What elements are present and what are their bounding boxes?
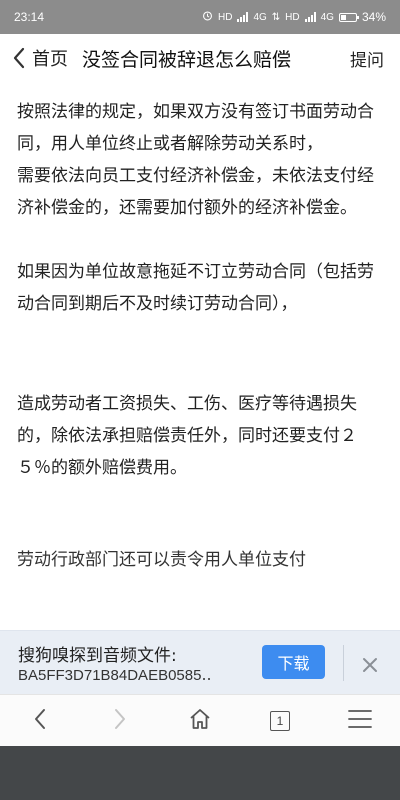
network-label-2: 4G bbox=[320, 11, 334, 23]
audio-download-banner: 搜狗嗅探到音频文件: BA5FF3D71B84DAEB0585‥ 下载 bbox=[0, 630, 400, 694]
chevron-left-icon bbox=[33, 707, 47, 735]
article-paragraph: 劳动行政部门还可以责令用人单位支付 bbox=[17, 550, 306, 570]
page-title: 没签合同被辞退怎么赔偿 bbox=[82, 48, 292, 71]
status-bar: 23:14 HD 4G ⇅ HD 4G 34% bbox=[0, 0, 400, 34]
download-button[interactable]: 下载 bbox=[262, 645, 325, 679]
close-banner-button[interactable] bbox=[358, 653, 382, 677]
forward-nav-button[interactable] bbox=[100, 701, 140, 741]
ask-question-button[interactable]: 提问 bbox=[350, 46, 400, 71]
signal-icon-2 bbox=[304, 12, 316, 22]
back-nav-button[interactable] bbox=[20, 701, 60, 741]
article-paragraph: 如果因为单位故意拖延不订立劳动合同（包括劳动合同到期后不及时续订劳动合同）， bbox=[17, 262, 374, 314]
status-time: 23:14 bbox=[14, 10, 45, 24]
banner-divider bbox=[343, 645, 344, 681]
menu-button[interactable] bbox=[340, 701, 380, 741]
chevron-right-icon bbox=[113, 707, 127, 735]
hamburger-menu-icon bbox=[348, 709, 372, 733]
article-paragraph: 按照法律的规定，如果双方没有签订书面劳动合同，用人单位终止或者解除劳动关系时， bbox=[17, 102, 374, 154]
alarm-icon bbox=[202, 10, 213, 24]
back-label: 首页 bbox=[32, 49, 68, 70]
top-nav-bar: 首页 没签合同被辞退怎么赔偿 提问 bbox=[0, 34, 400, 82]
status-indicators: HD 4G ⇅ HD 4G 34% bbox=[202, 10, 386, 24]
tab-count-icon: 1 bbox=[270, 710, 290, 731]
download-banner-title: 搜狗嗅探到音频文件: bbox=[18, 646, 177, 666]
home-button[interactable] bbox=[180, 701, 220, 741]
article-paragraph: 需要依法向员工支付经济补偿金，未依法支付经济补偿金的，还需要加付额外的经济补偿金… bbox=[17, 166, 374, 218]
close-icon bbox=[358, 658, 382, 681]
system-nav-area bbox=[0, 746, 400, 800]
back-home-button[interactable]: 首页 bbox=[0, 34, 68, 82]
article-body: 按照法律的规定，如果双方没有签订书面劳动合同，用人单位终止或者解除劳动关系时， … bbox=[17, 96, 387, 630]
article-paragraph: 造成劳动者工资损失、工伤、医疗等待遇损失的，除依法承担赔偿责任外，同时还要支付２… bbox=[17, 394, 357, 478]
home-icon bbox=[188, 707, 212, 735]
tabs-button[interactable]: 1 bbox=[260, 701, 300, 741]
hd-label-2: HD bbox=[285, 11, 300, 23]
signal-icon bbox=[237, 12, 249, 22]
browser-toolbar: 1 bbox=[0, 694, 400, 746]
chevron-left-icon bbox=[12, 47, 26, 69]
hd-label: HD bbox=[217, 11, 233, 23]
download-file-name: BA5FF3D71B84DAEB0585‥ bbox=[18, 667, 212, 684]
data-arrows-icon: ⇅ bbox=[271, 11, 281, 23]
network-label: 4G bbox=[253, 11, 267, 23]
battery-icon bbox=[338, 12, 359, 22]
battery-percent: 34% bbox=[361, 10, 386, 24]
